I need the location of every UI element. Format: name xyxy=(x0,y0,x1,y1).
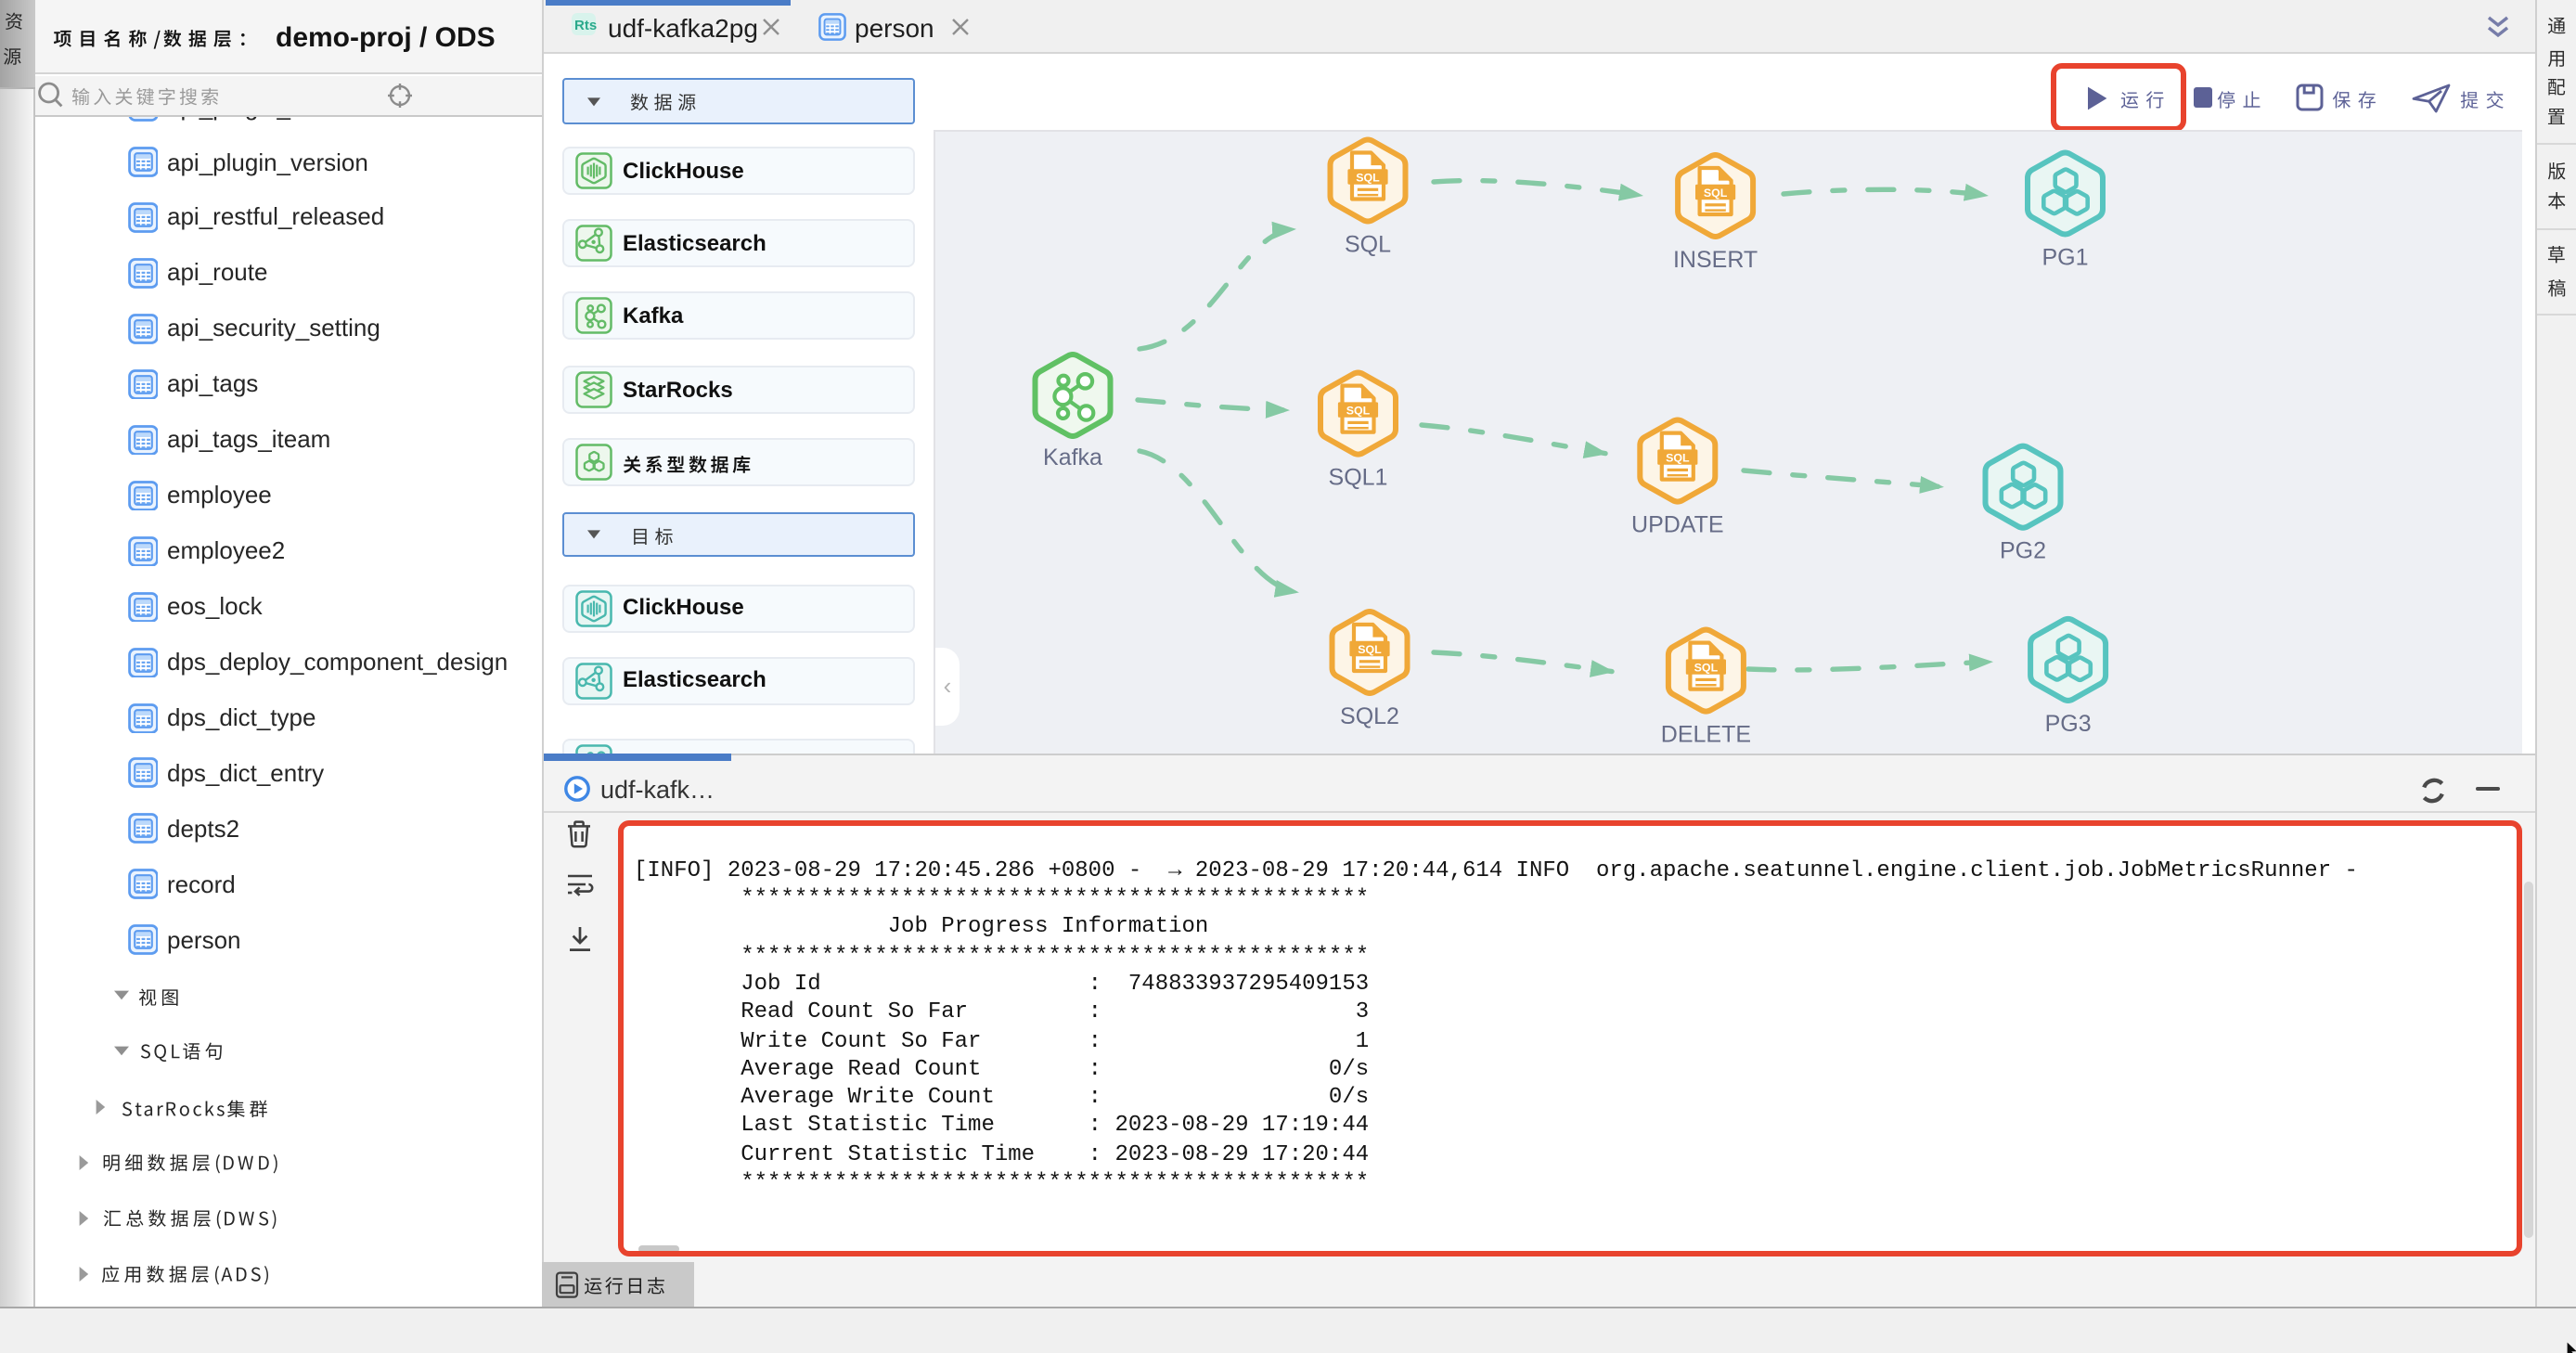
svg-text:INSERT: INSERT xyxy=(1673,247,1758,273)
svg-text:Kafka: Kafka xyxy=(1043,445,1102,470)
svg-text:SQL2: SQL2 xyxy=(1340,703,1399,729)
svg-text:SQL: SQL xyxy=(1704,187,1728,200)
svg-text:DELETE: DELETE xyxy=(1661,722,1751,748)
svg-text:SQL: SQL xyxy=(1694,661,1719,674)
svg-text:SQL: SQL xyxy=(1356,171,1380,184)
svg-text:PG3: PG3 xyxy=(2045,711,2092,737)
svg-text:SQL: SQL xyxy=(1666,451,1690,464)
svg-text:SQL: SQL xyxy=(1345,232,1391,258)
svg-text:SQL: SQL xyxy=(1346,404,1371,417)
svg-text:SQL1: SQL1 xyxy=(1329,465,1388,491)
svg-text:UPDATE: UPDATE xyxy=(1631,512,1724,538)
svg-text:PG1: PG1 xyxy=(2041,245,2088,271)
svg-text:PG2: PG2 xyxy=(2000,538,2046,564)
svg-text:SQL: SQL xyxy=(1358,643,1382,656)
